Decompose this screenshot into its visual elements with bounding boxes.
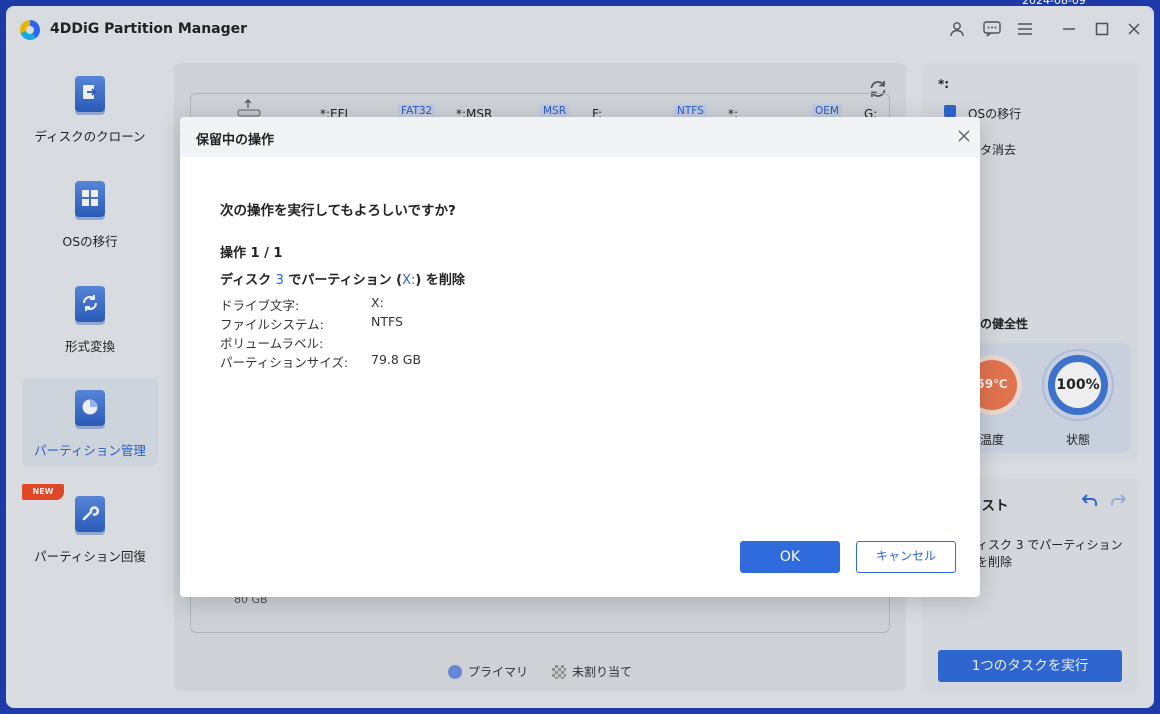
confirm-question: 次の操作を実行してもよろしいですか?	[220, 203, 456, 219]
disk-number: 3	[275, 273, 284, 288]
detail-label: パーティションサイズ:	[220, 355, 349, 370]
op-desc-prefix: ディスク	[220, 273, 276, 288]
close-icon[interactable]	[952, 125, 976, 149]
drive-letter: X:	[402, 273, 416, 288]
ok-button[interactable]: OK	[740, 541, 840, 573]
detail-label: ファイルシステム:	[220, 317, 324, 332]
cancel-button[interactable]: キャンセル	[856, 541, 956, 573]
detail-value: NTFS	[371, 314, 403, 329]
op-desc-mid: でパーティション (	[283, 273, 403, 288]
op-desc-suffix: ) を削除	[415, 273, 465, 288]
dialog-header: 保留中の操作	[180, 117, 980, 157]
dialog-title: 保留中の操作	[196, 133, 275, 148]
detail-label: ボリュームラベル:	[220, 336, 324, 351]
pending-operations-dialog: 保留中の操作 次の操作を実行してもよろしいですか? 操作 1 / 1 ディスク …	[180, 117, 980, 597]
detail-value: X:	[371, 295, 384, 310]
detail-value: 79.8 GB	[371, 352, 422, 367]
operation-description: ディスク 3 でパーティション (X:) を削除	[220, 269, 465, 288]
app-window: 4DDiG Partition Manager ディスクのクローン OSの移行	[6, 6, 1154, 708]
operation-count: 操作 1 / 1	[220, 246, 283, 261]
detail-label: ドライブ文字:	[220, 298, 300, 313]
